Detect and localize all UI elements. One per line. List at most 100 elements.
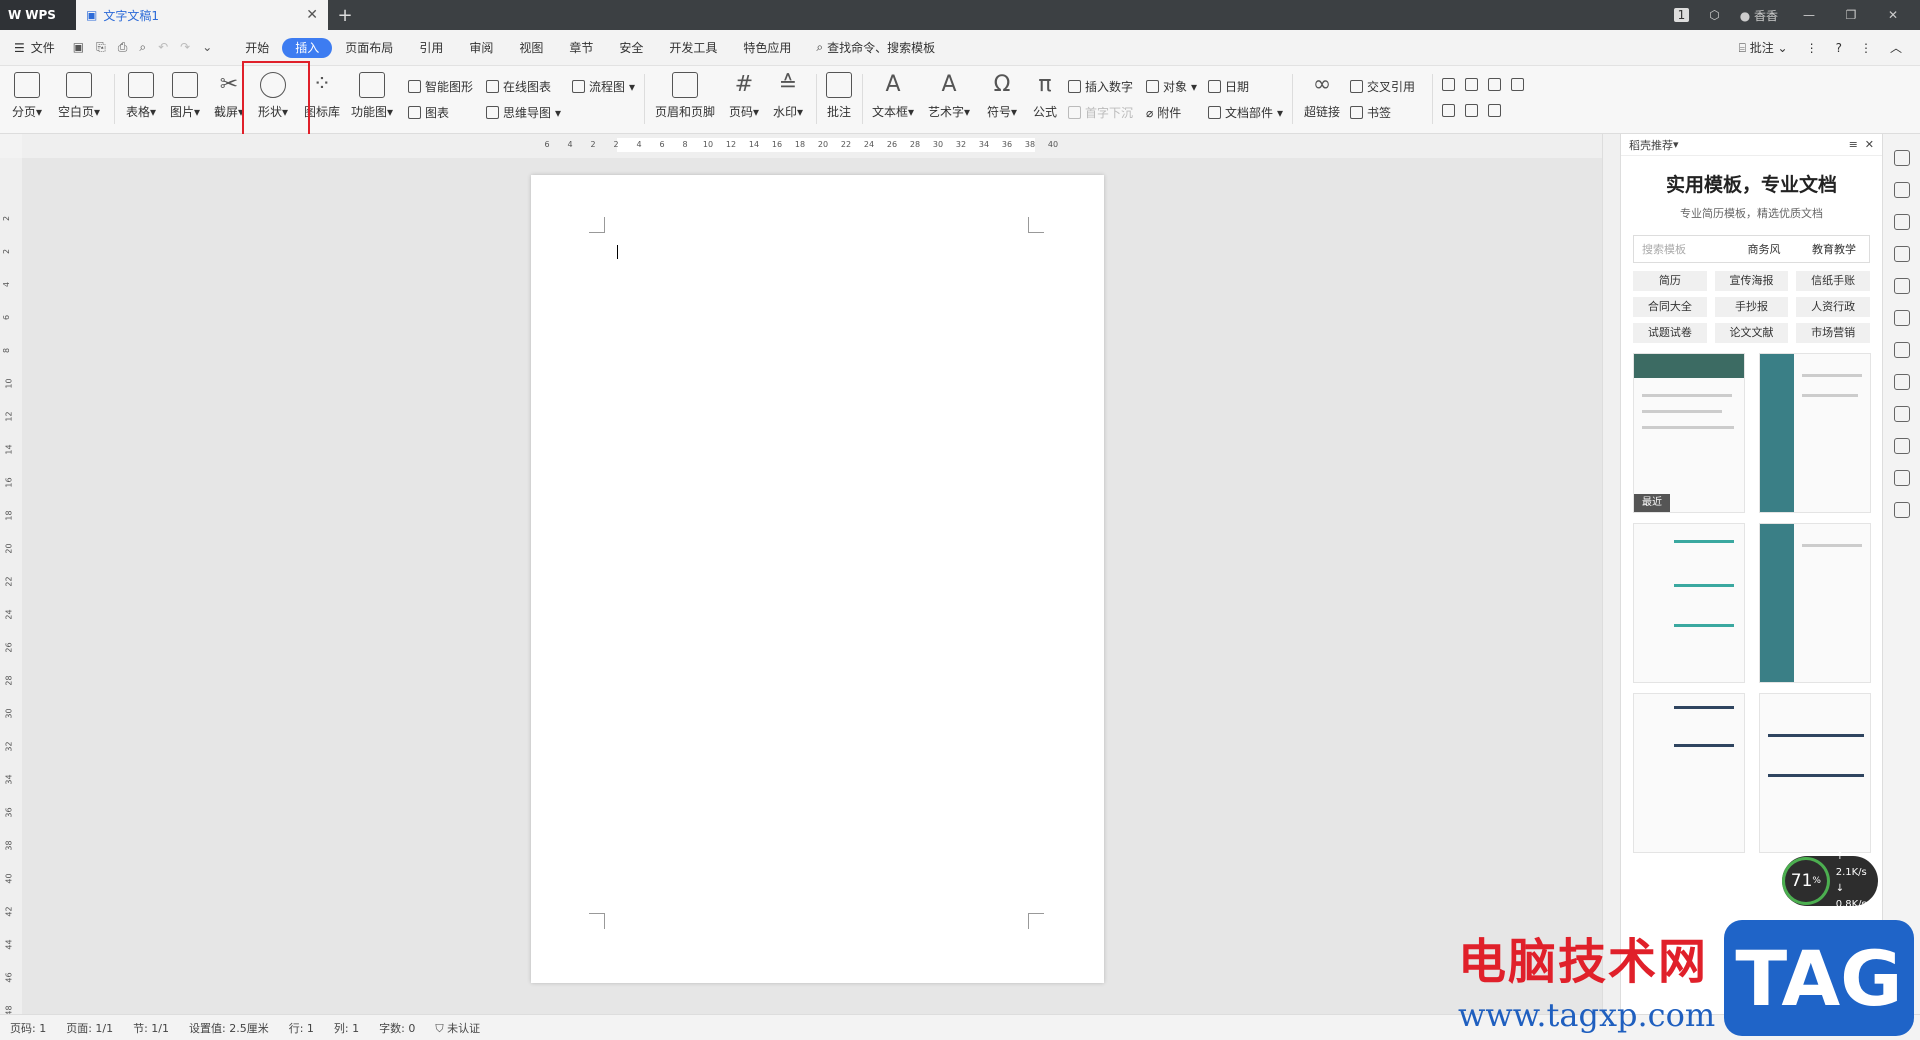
status-page-code[interactable]: 页码: 1 <box>10 1020 46 1036</box>
save-icon[interactable]: ▣ <box>73 40 84 55</box>
tab-developer[interactable]: 开发工具 <box>656 38 730 58</box>
style-icon[interactable] <box>1893 246 1910 262</box>
horizontal-ruler[interactable]: 6 4 2 2 4 6 8 10 12 14 16 18 20 22 24 26 28 30 32 34 36 38 40 <box>22 134 1602 158</box>
panel-close-icon[interactable]: ✕ <box>1865 138 1874 151</box>
chip-resume[interactable]: 简历 <box>1633 271 1707 291</box>
template-thumb[interactable] <box>1759 353 1871 513</box>
search-option-education[interactable]: 教育教学 <box>1799 241 1869 257</box>
textbox-button[interactable]: A 文本框▾ <box>870 72 916 120</box>
status-setting[interactable]: 设置值: 2.5厘米 <box>189 1020 269 1036</box>
share-icon[interactable] <box>1893 374 1910 390</box>
watermark-button[interactable]: ≙ 水印▾ <box>770 72 806 120</box>
panel-menu-icon[interactable]: ≡ <box>1849 138 1858 151</box>
file-menu[interactable]: ☰ 文件 <box>14 39 55 56</box>
help-tool-icon[interactable] <box>1893 502 1910 518</box>
pen-icon[interactable] <box>1893 150 1910 166</box>
shapes-icon[interactable] <box>1893 214 1910 230</box>
layout-icon-c[interactable] <box>1488 78 1501 91</box>
chip-contract[interactable]: 合同大全 <box>1633 297 1707 317</box>
collapse-ribbon-icon[interactable]: ︿ <box>1890 39 1902 56</box>
search-option-business[interactable]: 商务风 <box>1729 241 1799 257</box>
function-chart-button[interactable]: 功能图▾ <box>350 72 394 120</box>
page-number-button[interactable]: # 页码▾ <box>726 72 762 120</box>
formula-button[interactable]: π 公式 <box>1030 72 1060 120</box>
page-break-button[interactable]: 分页▾ <box>10 72 44 120</box>
layout-icon-d[interactable] <box>1511 78 1524 91</box>
image-icon[interactable] <box>1893 406 1910 422</box>
tab-view[interactable]: 视图 <box>506 38 556 58</box>
smart-graphic-button[interactable]: 智能图形 <box>408 78 473 95</box>
history-icon[interactable] <box>1893 470 1910 486</box>
tab-security[interactable]: 安全 <box>606 38 656 58</box>
settings-sliders-icon[interactable] <box>1893 310 1910 326</box>
tab-start[interactable]: 开始 <box>232 38 282 58</box>
template-thumb[interactable] <box>1759 693 1871 853</box>
cross-reference-button[interactable]: 交叉引用 <box>1350 78 1415 95</box>
print-preview-icon[interactable]: ⌕ <box>139 40 146 55</box>
symbol-button[interactable]: Ω 符号▾ <box>984 72 1020 120</box>
chip-letter[interactable]: 信纸手账 <box>1796 271 1870 291</box>
chip-paper[interactable]: 论文文献 <box>1714 323 1789 343</box>
format-painter-icon[interactable]: ⎘ <box>96 40 106 55</box>
chip-poster[interactable]: 宣传海报 <box>1714 271 1789 291</box>
document-tool-icon[interactable] <box>1893 342 1910 358</box>
document-page[interactable] <box>531 175 1104 983</box>
hyperlink-button[interactable]: ∞ 超链接 <box>1300 72 1344 120</box>
new-tab-button[interactable]: + <box>328 0 362 30</box>
status-page[interactable]: 页面: 1/1 <box>66 1020 113 1036</box>
bookmark-button[interactable]: 书签 <box>1350 104 1391 121</box>
redo-icon[interactable]: ↷ <box>180 40 190 55</box>
skin-icon[interactable]: ⬡ <box>1709 8 1719 22</box>
status-row[interactable]: 行: 1 <box>289 1020 314 1036</box>
document-workspace[interactable] <box>22 158 1602 1014</box>
chart-button[interactable]: 图表 <box>408 104 449 121</box>
flowchart-button[interactable]: 流程图 ▾ <box>572 78 635 95</box>
drop-cap-button[interactable]: 首字下沉 <box>1068 104 1133 121</box>
vertical-ruler[interactable]: 2 2 4 6 8 10 12 14 16 18 20 22 24 26 28 30 32 34 36 38 40 42 4… <box>0 158 22 1016</box>
restore-button[interactable]: ❐ <box>1840 8 1862 22</box>
picture-button[interactable]: 图片▾ <box>168 72 202 120</box>
wordart-button[interactable]: A 艺术字▾ <box>926 72 972 120</box>
template-thumb[interactable] <box>1633 693 1745 853</box>
template-thumb[interactable] <box>1633 523 1745 683</box>
blank-page-button[interactable]: 空白页▾ <box>56 72 102 120</box>
command-search[interactable]: ⌕ 查找命令、搜索模板 <box>816 39 935 56</box>
online-chart-button[interactable]: 在线图表 <box>486 78 551 95</box>
layout-icon-a[interactable] <box>1442 78 1455 91</box>
close-window-button[interactable]: ✕ <box>1882 8 1904 22</box>
template-search-input[interactable]: 搜索模板 <box>1634 241 1729 257</box>
comment-menu[interactable]: ⌸ 批注 ⌄ <box>1739 39 1788 56</box>
tab-review[interactable]: 审阅 <box>456 38 506 58</box>
more-icon[interactable]: ⌄ <box>202 40 212 55</box>
mindmap-button[interactable]: 思维导图 ▾ <box>486 104 561 121</box>
layout-icon-f[interactable] <box>1465 104 1478 117</box>
template-thumb[interactable] <box>1759 523 1871 683</box>
cursor-icon[interactable] <box>1893 182 1910 198</box>
tab-page-layout[interactable]: 页面布局 <box>332 38 406 58</box>
tab-chapter[interactable]: 章节 <box>556 38 606 58</box>
layout-icon-b[interactable] <box>1465 78 1478 91</box>
panel-header-label[interactable]: 稻壳推荐 <box>1629 137 1673 153</box>
wps-home-tab[interactable]: W WPS <box>0 0 76 30</box>
close-tab-icon[interactable]: ✕ <box>306 7 318 23</box>
document-tab[interactable]: ▣ 文字文稿1 ✕ <box>76 0 328 30</box>
table-tool-icon[interactable] <box>1893 278 1910 294</box>
undo-icon[interactable]: ↶ <box>158 40 168 55</box>
template-thumb[interactable]: 最近 <box>1633 353 1745 513</box>
status-cert[interactable]: ⛉ 未认证 <box>435 1020 480 1036</box>
more-vertical-icon[interactable]: ⋮ <box>1860 41 1872 55</box>
doc-parts-button[interactable]: 文档部件 ▾ <box>1208 104 1283 121</box>
status-words[interactable]: 字数: 0 <box>379 1020 415 1036</box>
tab-references[interactable]: 引用 <box>406 38 456 58</box>
chip-handwritten[interactable]: 手抄报 <box>1714 297 1789 317</box>
more-options-icon[interactable]: ⋮ <box>1806 41 1818 55</box>
object-button[interactable]: 对象 ▾ <box>1146 78 1197 95</box>
template-icon[interactable] <box>1893 438 1910 454</box>
tab-insert[interactable]: 插入 <box>282 37 333 58</box>
comment-button[interactable]: 批注 <box>824 72 854 120</box>
layout-icon-g[interactable] <box>1488 104 1501 117</box>
window-count-badge[interactable]: 1 <box>1673 8 1690 22</box>
minimize-button[interactable]: — <box>1798 8 1820 22</box>
help-icon[interactable]: ? <box>1836 41 1842 55</box>
layout-icon-e[interactable] <box>1442 104 1455 117</box>
